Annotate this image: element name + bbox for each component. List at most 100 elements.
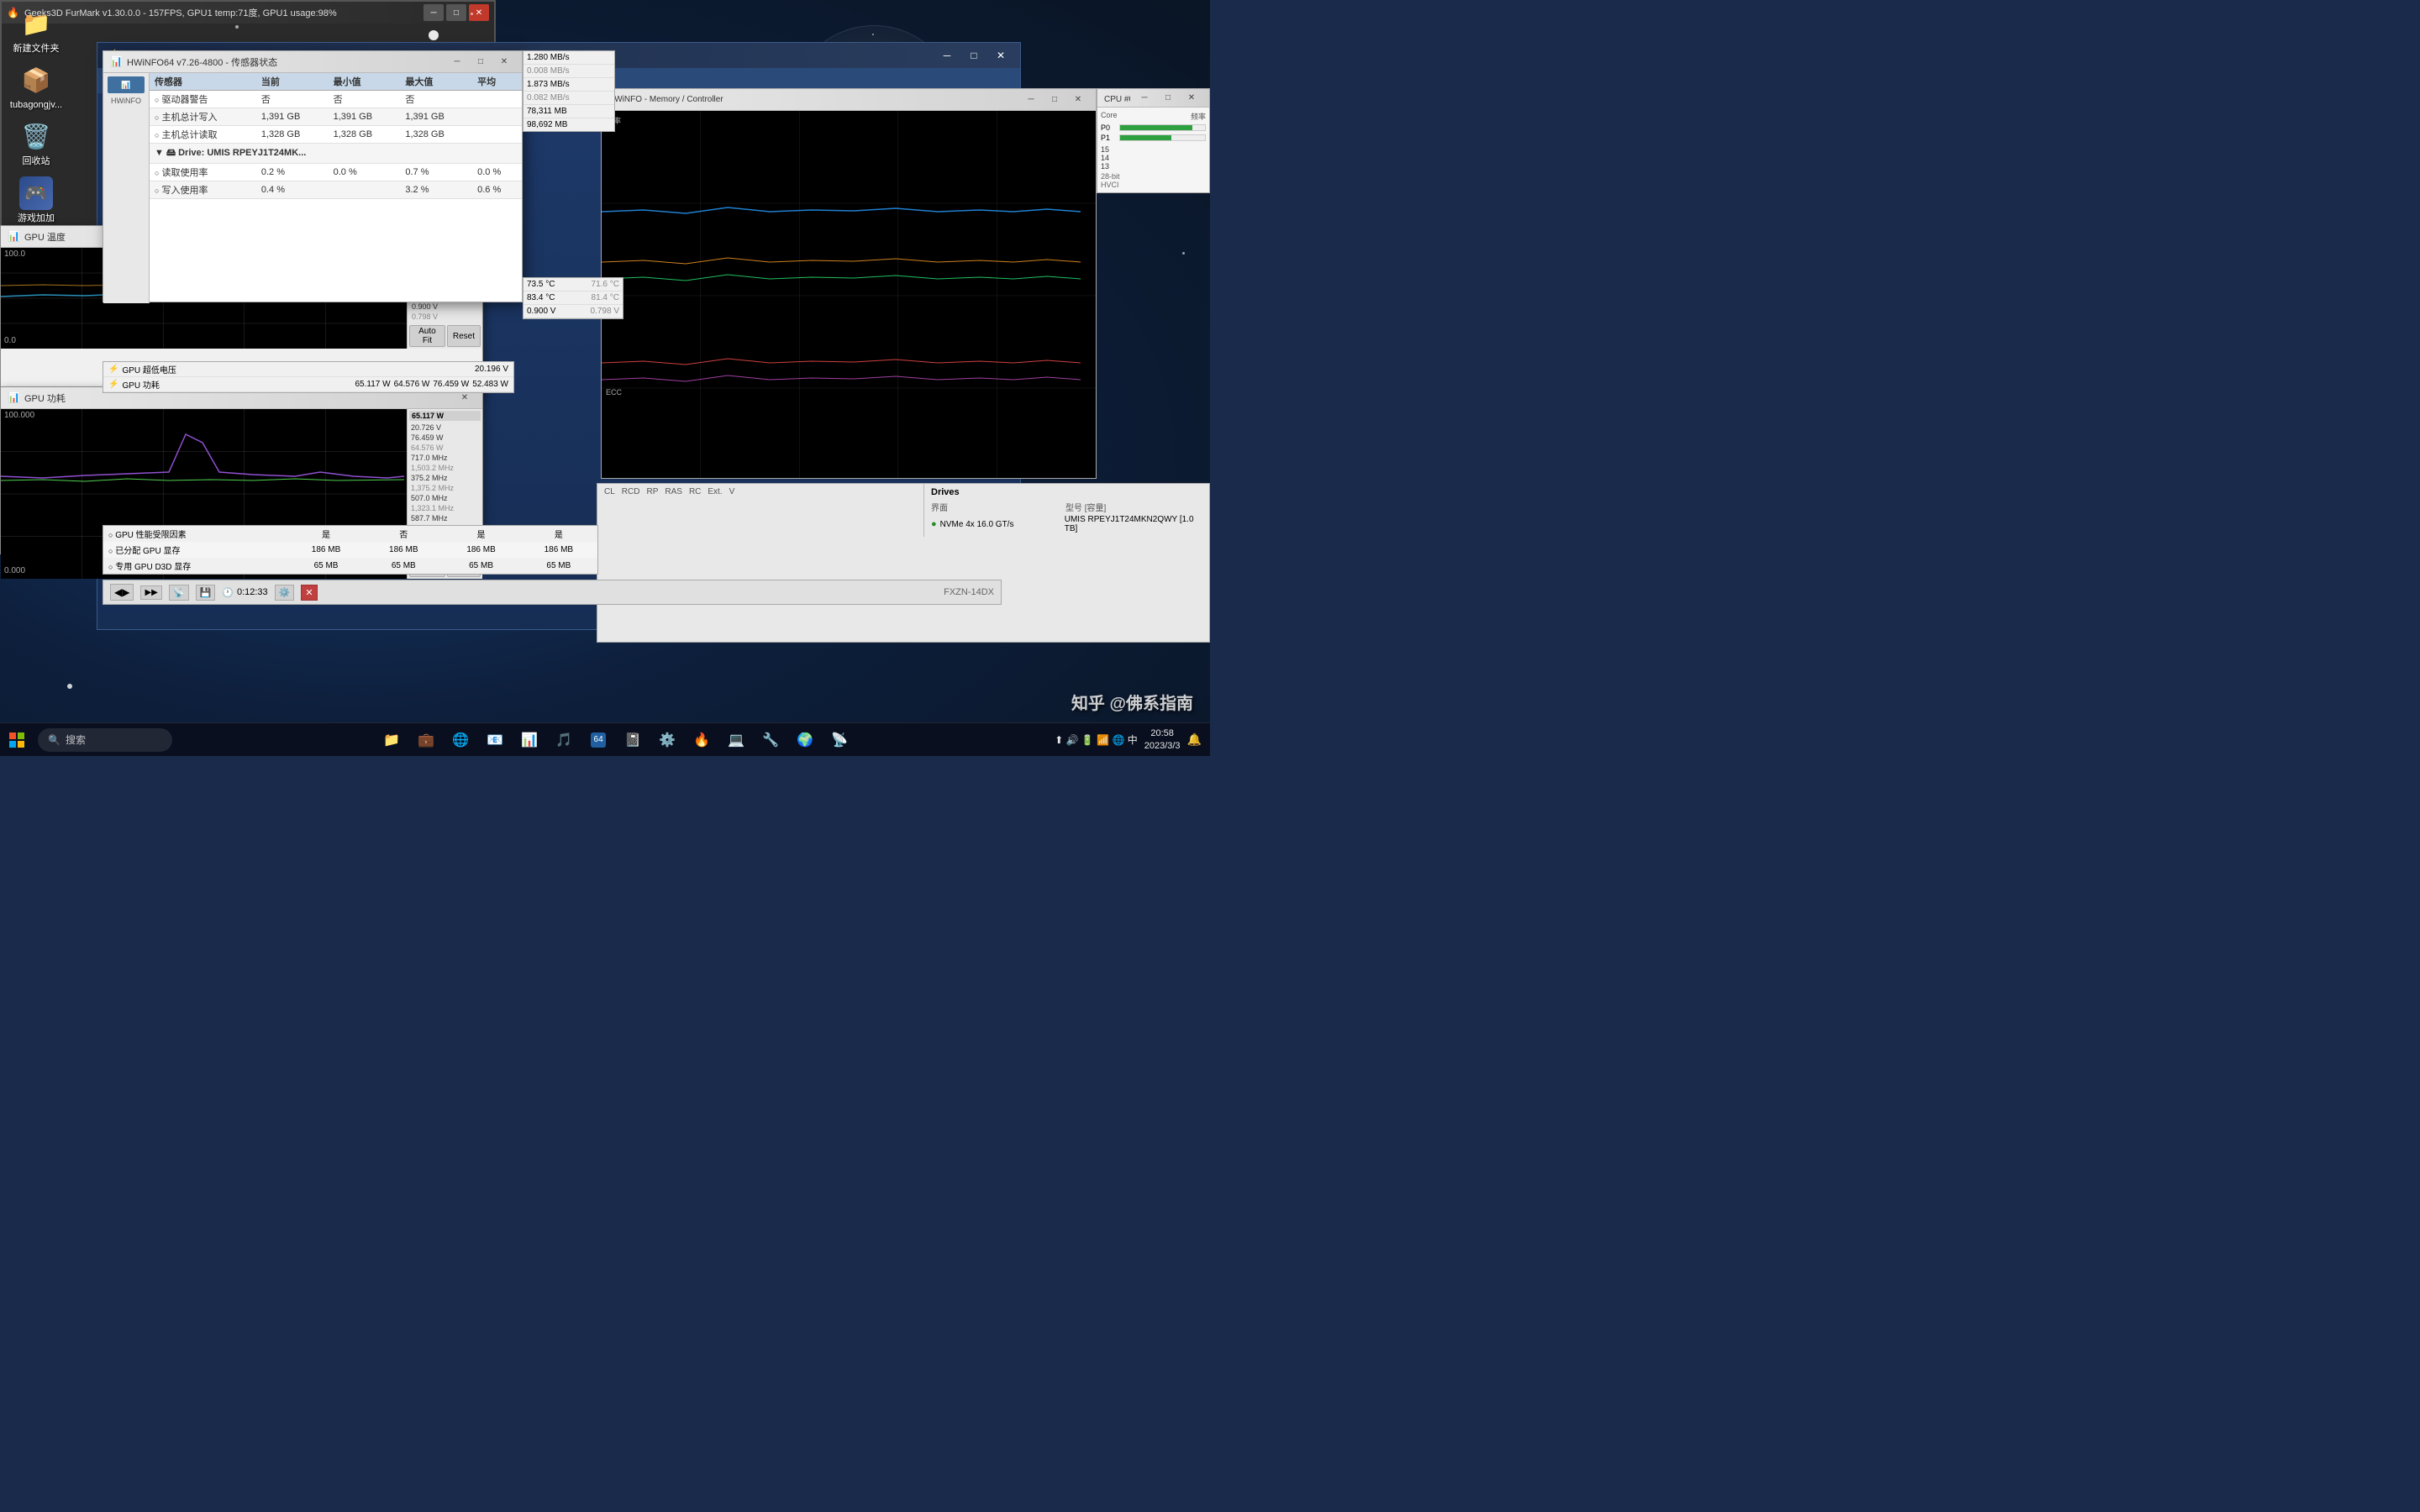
temp-row-1: 73.5 °C71.6 °C	[523, 278, 623, 291]
hwinfo-nav-left-button[interactable]: ◀▶	[110, 584, 134, 601]
taskbar-store-button[interactable]: 💼	[411, 725, 441, 755]
mem-detail-title: HWiNFO - Memory / Controller	[608, 95, 1017, 104]
hwinfo-nav-right-button[interactable]: ▶▶	[140, 585, 161, 600]
tuba-icon: 📦	[19, 63, 53, 97]
gpu-temp-autofit-button[interactable]: Auto Fit	[409, 325, 445, 347]
furmark-win-controls: ─ □ ✕	[424, 4, 489, 21]
desktop-icon-new-folder[interactable]: 📁 新建文件夹	[7, 7, 66, 55]
table-row: ○ 驱动器警告 否否否	[150, 91, 522, 108]
cpu-freq-content: Core 频率 P0 P1 15	[1097, 108, 1209, 192]
taskbar-bluetooth-button[interactable]: 📡	[824, 725, 855, 755]
cpu-freq-minimize-button[interactable]: ─	[1134, 92, 1155, 105]
gpu-pow-val4: 76.459 W	[433, 380, 469, 389]
mem-detail-close-button[interactable]: ✕	[1067, 92, 1089, 108]
gpu-power-val: 65.117 W	[409, 411, 481, 421]
cpu-hvci: HVCI	[1101, 181, 1206, 189]
hwinfo-maximize-button[interactable]: □	[470, 55, 492, 70]
rcd-header: RCD	[622, 487, 640, 496]
speed-row-4: 0.082 MB/s	[523, 92, 614, 105]
cpu-freq-controls: ─ □ ✕	[1134, 92, 1202, 105]
lenovo-close-button[interactable]: ✕	[988, 45, 1013, 66]
cpu-bar-p0-fill	[1120, 125, 1192, 130]
taskbar-extra1-button[interactable]: 🔧	[755, 725, 786, 755]
taskbar-explorer-button[interactable]: 📁	[376, 725, 407, 755]
recycle-label: 回收站	[23, 156, 50, 167]
cpu-freq-close-button[interactable]: ✕	[1181, 92, 1202, 105]
hwinfo-sidebar-icon: 📊	[108, 76, 145, 93]
table-row: ○ 写入使用率 0.4 %3.2 %0.6 %	[150, 181, 522, 199]
taskbar-notebook-button[interactable]: 📓	[618, 725, 648, 755]
taskbar-steam-button[interactable]: ⚙️	[652, 725, 682, 755]
taskbar-extra2-button[interactable]: 🌍	[790, 725, 820, 755]
table-row: ○ 主机总计写入 1,391 GB1,391 GB1,391 GB	[150, 108, 522, 126]
drives-headers: 界面 型号 [容量]	[931, 501, 1202, 513]
hwinfo-titlebar: 📊 HWiNFO64 v7.26-4800 - 传感器状态 ─ □ ✕	[103, 51, 522, 73]
hwinfo-export-button[interactable]: 💾	[196, 585, 216, 601]
gp-m5: 507.0 MHz	[409, 493, 481, 503]
desktop-icon-games[interactable]: 🎮 游戏加加	[7, 176, 66, 224]
table-section-header: ▼ 🖴 Drive: UMIS RPEYJ1T24MK...	[150, 144, 522, 164]
taskbar-furmark-button[interactable]: 🔥	[687, 725, 717, 755]
gp-m4: 375.2 MHz	[409, 473, 481, 483]
taskbar-edge-button[interactable]: 🌐	[445, 725, 476, 755]
gpu-temp-btn-area: Auto Fit Reset	[409, 325, 481, 347]
tuba-label: tubagongjv...	[10, 100, 62, 111]
gpu-temp-reset-button[interactable]: Reset	[447, 325, 481, 347]
gpu-power-row: ⚡ GPU 功耗 65.117 W 64.576 W 76.459 W 52.4…	[103, 377, 513, 392]
speed-row-6: 98,692 MB	[523, 118, 614, 131]
search-placeholder: 搜索	[66, 732, 86, 747]
hwinfo-time: 0:12:33	[237, 587, 268, 597]
freq-num-3: 13	[1101, 162, 1206, 171]
hwinfo-settings-button[interactable]: ⚙️	[275, 585, 295, 601]
drives-title: Drives	[931, 487, 1202, 497]
furmark-minimize-button[interactable]: ─	[424, 4, 444, 21]
freq-num-1: 15	[1101, 145, 1206, 154]
hwinfo-sensor-button[interactable]: 📡	[169, 585, 189, 601]
desktop-icon-recycle[interactable]: 🗑️ 回收站	[7, 119, 66, 167]
desktop: 📁 新建文件夹 📦 tubagongjv... 🗑️ 回收站 🎮 游戏加加 🔧 …	[0, 0, 1210, 756]
hwinfo-window: 📊 HWiNFO64 v7.26-4800 - 传感器状态 ─ □ ✕ 📊 HW…	[103, 50, 523, 302]
taskbar-music-button[interactable]: 🎵	[549, 725, 579, 755]
gpu-temp-icon: 📊	[8, 230, 21, 244]
taskbar-hwinfo64-button[interactable]: 64	[583, 725, 613, 755]
taskbar-resource-monitor-button[interactable]: 📊	[514, 725, 544, 755]
gp-m3: 717.0 MHz	[409, 453, 481, 463]
desktop-icon-tuba[interactable]: 📦 tubagongjv...	[7, 63, 66, 111]
furmark-maximize-button[interactable]: □	[446, 4, 466, 21]
freq-label: 频率	[1191, 111, 1206, 122]
taskbar-clock[interactable]: 20:58 2023/3/3	[1144, 727, 1181, 752]
hwinfo-close-button[interactable]: ✕	[493, 55, 515, 70]
taskbar-cpu-button[interactable]: 💻	[721, 725, 751, 755]
cpu-bit-info: 28-bit	[1101, 172, 1206, 181]
drives-section: Drives 界面 型号 [容量] ● NVMe 4x 16.0 GT/s UM…	[923, 484, 1209, 537]
mem-label-ecc: ECC	[606, 388, 622, 396]
ext-header: Ext.	[708, 487, 722, 496]
hwinfo-minimize-button[interactable]: ─	[446, 55, 468, 70]
star-1	[235, 25, 239, 29]
col-sensor: 传感器	[150, 73, 256, 91]
search-icon: 🔍	[48, 734, 60, 746]
taskbar-start-button[interactable]	[0, 723, 34, 757]
lenovo-maximize-button[interactable]: □	[961, 45, 986, 66]
table-row: ○ 主机总计读取 1,328 GB1,328 GB1,328 GB	[150, 126, 522, 144]
gp-m2: 76.459 W	[409, 433, 481, 443]
col-current: 当前	[256, 73, 329, 91]
hwinfo-right-temps: 73.5 °C71.6 °C 83.4 °C81.4 °C 0.900 V0.7…	[523, 277, 623, 319]
cpu-freq-headers: Core 频率	[1101, 111, 1206, 122]
speed-row-1: 1.280 MB/s	[523, 51, 614, 65]
taskbar-system-tray: ⬆ 🔊 🔋 📶 🌐 中 20:58 2023/3/3 🔔	[1055, 727, 1210, 752]
hwinfo-reset-button[interactable]: ✕	[301, 585, 317, 601]
taskbar-app-icons: 📁 💼 🌐 📧 📊 🎵 64 📓 ⚙️ 🔥 💻 🔧 🌍 📡	[176, 725, 1055, 755]
cpu-bar-p1-label: P1	[1101, 134, 1116, 142]
taskbar-mail-button[interactable]: 📧	[480, 725, 510, 755]
cpu-freq-maximize-button[interactable]: □	[1157, 92, 1179, 105]
new-folder-label: 新建文件夹	[13, 44, 60, 55]
speed-row-5: 78,311 MB	[523, 105, 614, 118]
rp-header: RP	[646, 487, 658, 496]
cpu-bar-p1-track	[1119, 134, 1206, 141]
games-label: 游戏加加	[18, 213, 55, 224]
lenovo-minimize-button[interactable]: ─	[934, 45, 960, 66]
taskbar-search-box[interactable]: 🔍 搜索	[38, 728, 172, 752]
mem-detail-maximize-button[interactable]: □	[1044, 92, 1065, 108]
mem-detail-minimize-button[interactable]: ─	[1020, 92, 1042, 108]
